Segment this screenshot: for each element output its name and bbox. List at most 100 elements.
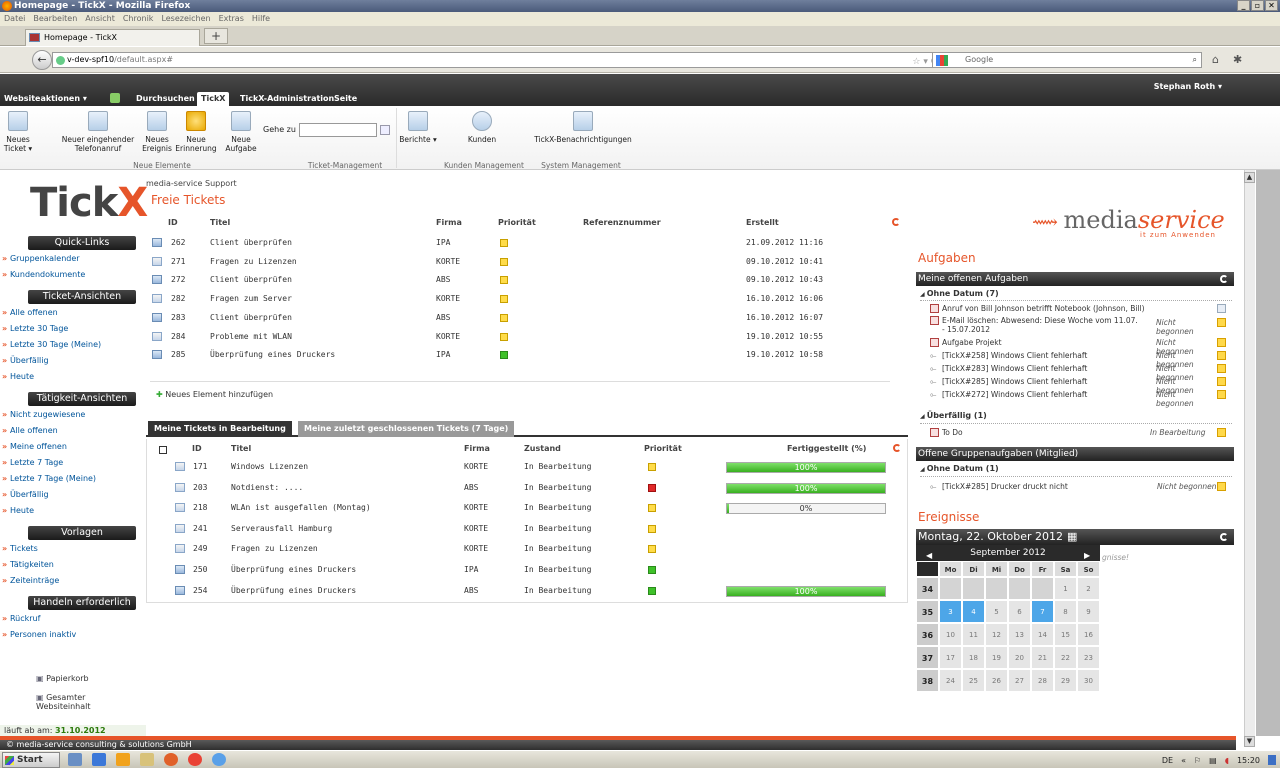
calendar-day[interactable]: 2 [1077, 577, 1100, 600]
sidebar-link[interactable]: Letzte 7 Tage [2, 458, 63, 467]
scroll-up-icon[interactable]: ▲ [1244, 172, 1255, 183]
calendar-day[interactable]: 9 [1077, 600, 1100, 623]
ticket-title[interactable]: Überprüfung eines Druckers [231, 586, 356, 595]
calendar-day[interactable]: 17 [939, 646, 962, 669]
calendar-day[interactable]: 30 [1077, 669, 1100, 692]
menu-ansicht[interactable]: Ansicht [85, 14, 115, 23]
firefox-taskbar-icon[interactable] [164, 753, 178, 766]
new-reminder-button[interactable]: Neue Erinnerung [174, 111, 218, 153]
ticket-title[interactable]: WLAn ist ausgefallen (Montag) [231, 503, 371, 512]
ticket-title[interactable]: Client überprüfen [210, 313, 292, 322]
sidebar-link[interactable]: Gruppenkalender [2, 254, 80, 263]
addons-icon[interactable]: ✱ [1233, 53, 1242, 66]
sidebar-link[interactable]: Letzte 30 Tage (Meine) [2, 340, 101, 349]
my-ticket-row[interactable]: 249 Fragen zu Lizenzen KORTE In Bearbeitung [147, 544, 907, 558]
menu-datei[interactable]: Datei [4, 14, 25, 23]
sidebar-section-1[interactable]: Ticket-Ansichten [28, 290, 136, 304]
scroll-down-icon[interactable]: ▼ [1244, 736, 1255, 747]
refresh-icon[interactable] [893, 444, 901, 452]
calendar-day[interactable]: 1 [1054, 577, 1077, 600]
calendar-day[interactable]: 27 [1008, 669, 1031, 692]
files-icon[interactable] [140, 753, 154, 766]
new-phone-call-button[interactable]: Neuer eingehender Telefonanruf [58, 111, 138, 153]
edit-icon[interactable] [1217, 364, 1226, 373]
calendar-day[interactable]: 22 [1054, 646, 1077, 669]
navigate-up-icon[interactable] [110, 93, 120, 103]
sidebar-link[interactable]: Meine offenen [2, 442, 67, 451]
my-ticket-row[interactable]: 171 Windows Lizenzen KORTE In Bearbeitung 10… [147, 462, 907, 476]
edit-icon[interactable] [1217, 351, 1226, 360]
ticket-title[interactable]: Fragen zum Server [210, 294, 292, 303]
flag-icon[interactable]: ⚐ [1194, 756, 1201, 765]
refresh-icon[interactable] [892, 218, 900, 226]
chrome-icon[interactable] [188, 753, 202, 766]
free-tickets-title[interactable]: Freie Tickets [151, 193, 225, 207]
clock[interactable]: 15:20 [1237, 756, 1260, 765]
task-item[interactable]: ⟜ [TickX#272] Windows Client fehlerhaft [930, 390, 1160, 399]
sidebar-link[interactable]: Alle offenen [2, 426, 58, 435]
edit-icon[interactable] [1217, 377, 1226, 386]
customers-button[interactable]: Kunden [462, 111, 502, 144]
goto-input[interactable] [299, 123, 377, 137]
outlook-icon[interactable] [92, 753, 106, 766]
tab-my-closed-tickets[interactable]: Meine zuletzt geschlossenen Tickets (7 T… [298, 421, 515, 437]
menu-bearbeiten[interactable]: Bearbeiten [33, 14, 77, 23]
ticket-title[interactable]: Serverausfall Hamburg [231, 524, 332, 533]
column-header[interactable]: Erstellt [746, 218, 779, 227]
calendar-day[interactable]: 11 [962, 623, 985, 646]
refresh-icon[interactable] [1220, 275, 1228, 283]
edit-icon[interactable] [1217, 482, 1226, 491]
close-button[interactable]: ✕ [1265, 0, 1278, 11]
column-header[interactable]: ID [192, 444, 202, 453]
edit-icon[interactable] [1217, 304, 1226, 313]
column-header[interactable]: ID [168, 218, 178, 227]
new-tab-button[interactable]: + [204, 28, 228, 44]
recycle-bin-link[interactable]: ▣ Papierkorb [36, 674, 136, 683]
sidebar-link[interactable]: Überfällig [2, 356, 49, 365]
search-icon[interactable]: ⌕ [1193, 53, 1197, 67]
tab-durchsuchen[interactable]: Durchsuchen [132, 92, 199, 106]
calendar-day[interactable]: 5 [985, 600, 1008, 623]
show-desktop-icon[interactable] [1268, 755, 1276, 765]
column-header[interactable]: Titel [210, 218, 230, 227]
ie-icon[interactable] [212, 753, 226, 766]
calendar-day[interactable]: 18 [962, 646, 985, 669]
calendar-day[interactable]: 16 [1077, 623, 1100, 646]
sidebar-section-2[interactable]: Tätigkeit-Ansichten [28, 392, 136, 406]
ticket-title[interactable]: Überprüfung eines Druckers [231, 565, 356, 574]
sidebar-link[interactable]: Tätigkeiten [2, 560, 54, 569]
new-event-button[interactable]: Neues Ereignis [140, 111, 174, 153]
week-number[interactable]: 35 [916, 600, 939, 623]
calendar-day[interactable]: 10 [939, 623, 962, 646]
sidebar-link[interactable]: Rückruf [2, 614, 40, 623]
events-title[interactable]: Ereignisse [918, 510, 979, 524]
menu-hilfe[interactable]: Hilfe [252, 14, 270, 23]
column-header[interactable]: Priorität [644, 444, 682, 453]
sidebar-link[interactable]: Heute [2, 372, 34, 381]
reports-button[interactable]: Berichte ▾ [398, 111, 438, 144]
tickx-logo[interactable]: TickX [30, 180, 148, 226]
menu-extras[interactable]: Extras [219, 14, 244, 23]
calendar-day[interactable]: 21 [1031, 646, 1054, 669]
task-item[interactable]: ⟜ [TickX#258] Windows Client fehlerhaft [930, 351, 1160, 360]
calendar-day[interactable]: 23 [1077, 646, 1100, 669]
ticket-title[interactable]: Fragen zu Lizenzen [210, 257, 297, 266]
edit-icon[interactable] [1217, 338, 1226, 347]
add-item-link[interactable]: ✚ Neues Element hinzufügen [156, 390, 273, 399]
goto-search-icon[interactable] [380, 125, 390, 135]
start-button[interactable]: Start [2, 752, 60, 768]
calendar-day[interactable]: 20 [1008, 646, 1031, 669]
group-no-date-group[interactable]: Ohne Datum (1) [920, 464, 999, 473]
back-button[interactable]: ← [32, 50, 52, 70]
sidebar-link[interactable]: Alle offenen [2, 308, 58, 317]
new-task-button[interactable]: Neue Aufgabe [222, 111, 260, 153]
page-scrollbar[interactable] [1244, 170, 1255, 736]
calendar-day[interactable]: 7 [1031, 600, 1054, 623]
task-item[interactable]: Aufgabe Projekt [930, 338, 1160, 347]
tasks-title[interactable]: Aufgaben [918, 251, 976, 265]
ticket-row[interactable]: 271 Fragen zu Lizenzen KORTE 09.10.2012 10:… [146, 256, 906, 273]
sidebar-section-0[interactable]: Quick-Links [28, 236, 136, 250]
events-date[interactable]: Montag, 22. Oktober 2012 [918, 530, 1063, 543]
column-header[interactable]: Zustand [524, 444, 561, 453]
calendar-day[interactable]: 13 [1008, 623, 1031, 646]
